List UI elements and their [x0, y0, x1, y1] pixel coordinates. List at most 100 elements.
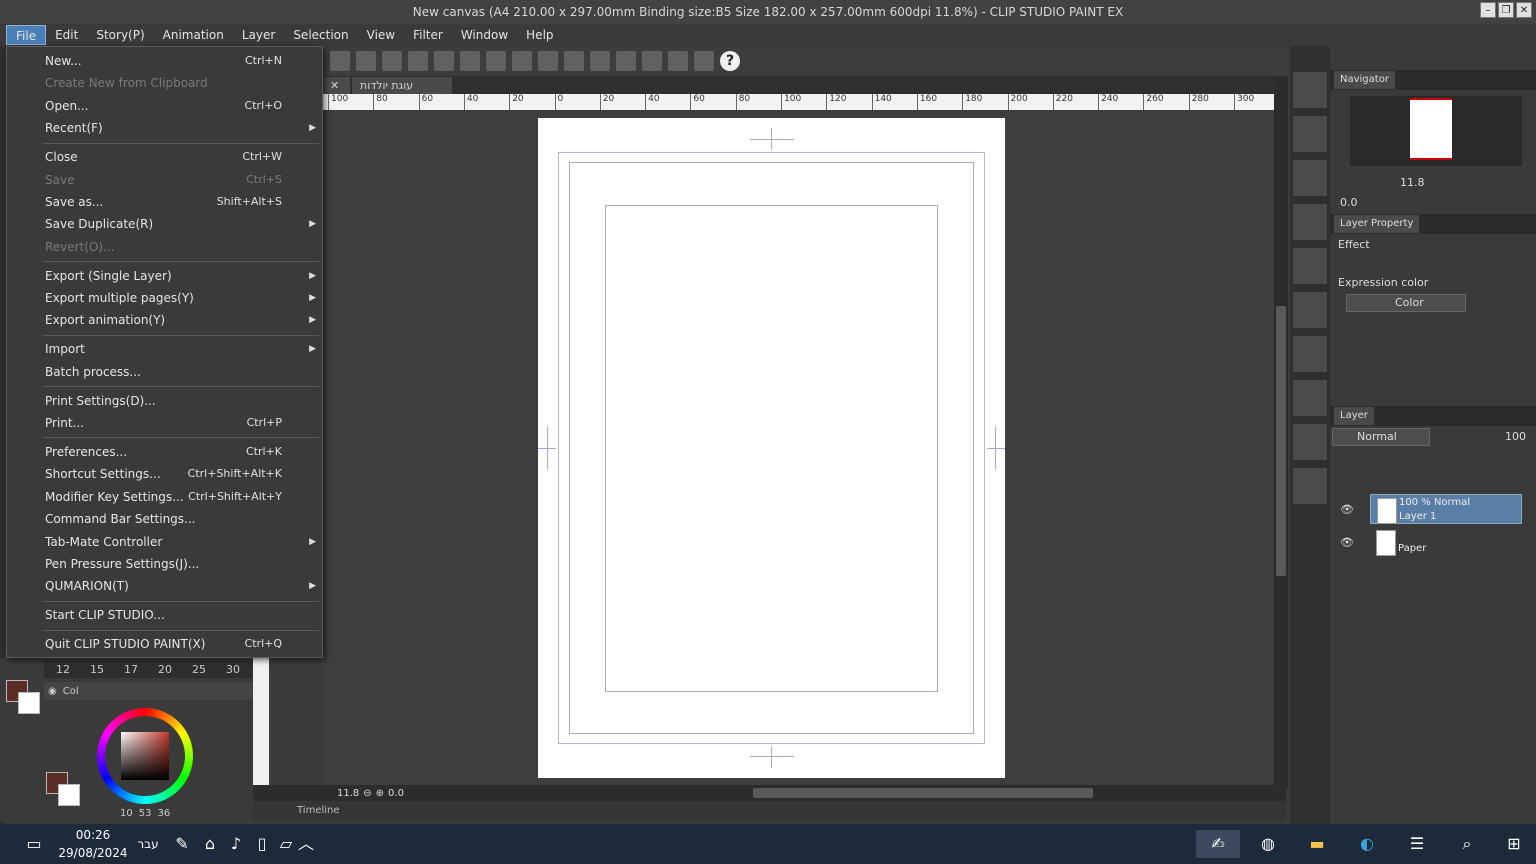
saturation-value-square[interactable]: [121, 732, 169, 780]
close-button[interactable]: ✕: [1516, 2, 1532, 18]
chrome-icon[interactable]: ◍: [1254, 830, 1282, 858]
language-indicator[interactable]: עבר: [134, 830, 162, 858]
file-menu-item-pen-pressure-settings-j[interactable]: Pen Pressure Settings(J)...: [7, 553, 322, 575]
open-folder-icon[interactable]: [330, 51, 350, 71]
file-menu-item-shortcut-settings[interactable]: Shortcut Settings... Ctrl+Shift+Alt+K: [7, 463, 322, 485]
menu-layer[interactable]: Layer: [233, 25, 284, 45]
grid-icon[interactable]: [590, 51, 610, 71]
menu-file[interactable]: File: [6, 25, 47, 45]
color-wheel[interactable]: [97, 708, 193, 804]
save-icon[interactable]: [356, 51, 376, 71]
color-set-icon[interactable]: [1293, 292, 1327, 328]
brush-size-option[interactable]: 30: [226, 663, 240, 676]
opacity-value[interactable]: 100: [1505, 430, 1526, 443]
chevron-up-icon[interactable]: ︿: [292, 830, 320, 858]
notification-icon[interactable]: ▭: [20, 830, 48, 858]
image-material-icon[interactable]: [1293, 336, 1327, 372]
file-menu-item-qumarion-t[interactable]: QUMARION(T) ▶: [7, 575, 322, 597]
volume-icon[interactable]: ♪: [222, 830, 250, 858]
pose-icon[interactable]: [1293, 468, 1327, 504]
file-menu-item-create-new-from-clipboard[interactable]: Create New from Clipboard: [7, 72, 322, 94]
snap-grid-icon[interactable]: [642, 51, 662, 71]
file-menu-item-recent-f[interactable]: Recent(F) ▶: [7, 117, 322, 139]
menu-window[interactable]: Window: [452, 25, 517, 45]
navigator-preview[interactable]: [1350, 96, 1522, 166]
scroll-thumb[interactable]: [753, 788, 1093, 798]
zoom-value[interactable]: 11.8: [337, 788, 359, 799]
file-menu-item-save-as[interactable]: Save as... Shift+Alt+S: [7, 191, 322, 213]
network-icon[interactable]: ⌂: [196, 830, 224, 858]
menu-view[interactable]: View: [358, 25, 404, 45]
fill-icon[interactable]: [486, 51, 506, 71]
x-icon[interactable]: [1293, 72, 1327, 108]
layer-row[interactable]: Paper: [1370, 527, 1522, 557]
clear-icon[interactable]: [434, 51, 454, 71]
layer-row[interactable]: 100 % Normal Layer 1: [1370, 494, 1522, 524]
file-menu-item-export-multiple-pages-y[interactable]: Export multiple pages(Y) ▶: [7, 287, 322, 309]
file-menu-item-export-single-layer[interactable]: Export (Single Layer) ▶: [7, 265, 322, 287]
file-menu-item-quit-clip-studio-paint-x[interactable]: Quit CLIP STUDIO PAINT(X) Ctrl+Q: [7, 633, 322, 655]
restore-button[interactable]: ❐: [1498, 2, 1514, 18]
file-menu-item-save-duplicate-r[interactable]: Save Duplicate(R) ▶: [7, 213, 322, 235]
menu-animation[interactable]: Animation: [154, 25, 233, 45]
menu-storyp[interactable]: Story(P): [87, 25, 153, 45]
pen-material-icon[interactable]: [1293, 380, 1327, 416]
windows-start-icon[interactable]: ⊞: [1500, 830, 1528, 858]
search-icon[interactable]: ⌕: [1453, 830, 1481, 858]
close-icon[interactable]: ✕: [330, 79, 339, 92]
file-menu-item-print[interactable]: Print... Ctrl+P: [7, 412, 322, 434]
zoom-in-icon[interactable]: ⊕: [376, 788, 384, 799]
file-menu-item-export-animation-y[interactable]: Export animation(Y) ▶: [7, 309, 322, 331]
visibility-eye-icon[interactable]: 👁: [1340, 503, 1354, 516]
canvas-paper[interactable]: [538, 118, 1005, 778]
deselect-icon[interactable]: [538, 51, 558, 71]
snap-special-icon[interactable]: [668, 51, 688, 71]
file-menu-item-close[interactable]: Close Ctrl+W: [7, 146, 322, 168]
task-view-icon[interactable]: ☰: [1403, 830, 1431, 858]
sub-tool-icon[interactable]: [1293, 160, 1327, 196]
scale-icon[interactable]: [512, 51, 532, 71]
3d-material-icon[interactable]: [1293, 424, 1327, 460]
undo-icon[interactable]: [382, 51, 402, 71]
redo-icon[interactable]: [408, 51, 428, 71]
tool-property-icon[interactable]: [1293, 204, 1327, 240]
tab-close-icon[interactable]: ✕: [322, 77, 350, 94]
color-tab-label[interactable]: Col: [63, 686, 79, 697]
menu-help[interactable]: Help: [517, 25, 562, 45]
taskbar-clock[interactable]: 00:26 29/08/2024: [58, 826, 128, 862]
menu-selection[interactable]: Selection: [284, 25, 357, 45]
file-menu-item-modifier-key-settings[interactable]: Modifier Key Settings... Ctrl+Shift+Alt+Y: [7, 486, 322, 508]
tab-layer-property[interactable]: Layer Property: [1334, 215, 1420, 233]
pen-icon[interactable]: ✎: [168, 830, 196, 858]
file-menu-item-tab-mate-controller[interactable]: Tab-Mate Controller ▶: [7, 531, 322, 553]
menu-edit[interactable]: Edit: [46, 25, 87, 45]
angle-value[interactable]: 0.0: [388, 788, 404, 799]
nav-angle[interactable]: 0.0: [1340, 196, 1358, 209]
brush-size-option[interactable]: 20: [158, 663, 172, 676]
invert-selection-icon[interactable]: [564, 51, 584, 71]
layer-search-icon[interactable]: [1293, 248, 1327, 284]
edge-icon[interactable]: ◐: [1353, 830, 1381, 858]
file-menu-item-preferences[interactable]: Preferences... Ctrl+K: [7, 441, 322, 463]
brush-size-option[interactable]: 15: [90, 663, 104, 676]
brush-size-option[interactable]: 17: [124, 663, 138, 676]
color-wheel-tab-icon[interactable]: ◉: [48, 686, 57, 697]
clip-studio-taskbar-icon[interactable]: ✍: [1196, 830, 1240, 858]
scroll-thumb[interactable]: [1276, 306, 1286, 576]
tab-layer[interactable]: Layer: [1334, 407, 1374, 425]
file-menu-item-save[interactable]: Save Ctrl+S: [7, 169, 322, 191]
menu-filter[interactable]: Filter: [404, 25, 452, 45]
file-menu-item-revert-o[interactable]: Revert(O)...: [7, 236, 322, 258]
minimize-button[interactable]: –: [1480, 2, 1496, 18]
file-explorer-icon[interactable]: ▬: [1303, 830, 1331, 858]
help-icon[interactable]: ?: [720, 51, 740, 71]
brush-size-option[interactable]: 25: [192, 663, 206, 676]
visibility-eye-icon[interactable]: 👁: [1340, 536, 1354, 549]
expression-color-dropdown[interactable]: Color: [1346, 294, 1466, 312]
doc-tab[interactable]: עוגת יולדות: [352, 77, 452, 94]
nav-zoom[interactable]: 11.8: [1400, 176, 1425, 189]
file-menu-item-new[interactable]: New... Ctrl+N: [7, 50, 322, 72]
zoom-out-icon[interactable]: ⊖: [363, 788, 371, 799]
command-settings-icon[interactable]: [694, 51, 714, 71]
material-icon[interactable]: [1293, 116, 1327, 152]
